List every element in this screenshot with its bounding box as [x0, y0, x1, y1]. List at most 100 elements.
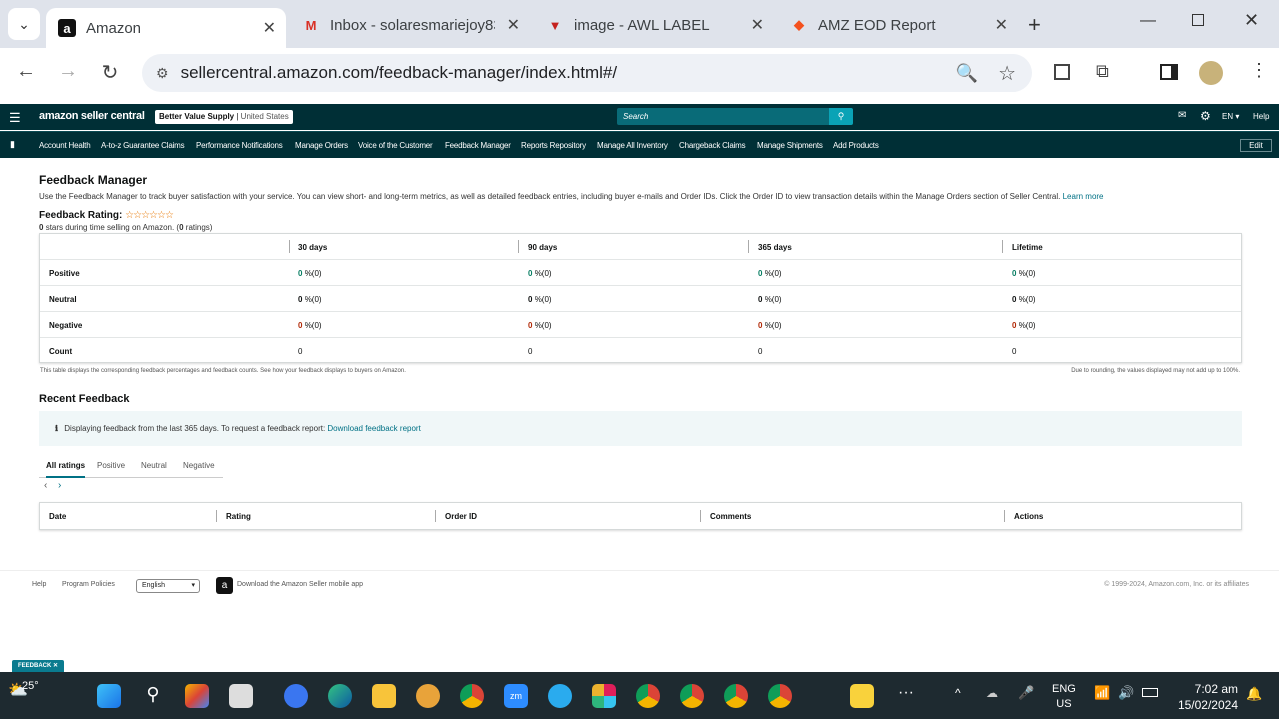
tab-all-ratings[interactable]: All ratings — [46, 461, 86, 478]
chrome-profile-icon[interactable] — [636, 684, 660, 708]
notification-bell-icon[interactable]: 🔔 — [1246, 686, 1262, 702]
next-page-icon[interactable]: › — [58, 480, 61, 491]
tab-amz-eod[interactable]: ◆ AMZ EOD Report ✕ — [778, 8, 1018, 42]
tab-search-button[interactable]: ⌄ — [8, 8, 40, 40]
feedback-widget[interactable]: FEEDBACK ✕ — [12, 660, 65, 672]
recent-feedback-table: Date Rating Order ID Comments Actions — [39, 502, 1242, 530]
column-header[interactable]: Comments — [710, 512, 751, 521]
sticky-notes-icon[interactable] — [850, 684, 874, 708]
tab-awl-label[interactable]: ▼ image - AWL LABEL ✕ — [534, 8, 774, 42]
hamburger-menu-icon[interactable]: ☰ — [9, 110, 21, 126]
tab-neutral[interactable]: Neutral — [141, 461, 167, 470]
back-icon[interactable]: ← — [12, 60, 40, 83]
tab-gmail[interactable]: M Inbox - solaresmariejoy83 ✕ — [290, 8, 530, 42]
help-link[interactable]: Help — [1253, 112, 1269, 121]
search-icon[interactable]: ⚲ — [141, 684, 165, 708]
minimize-icon[interactable]: — — [1140, 12, 1156, 30]
chrome-profile-icon[interactable] — [680, 684, 704, 708]
address-bar[interactable]: ⚙ sellercentral.amazon.com/feedback-mana… — [142, 54, 1032, 92]
close-tab-icon[interactable]: ✕ — [995, 15, 1008, 35]
mobile-app-link[interactable]: Download the Amazon Seller mobile app — [237, 581, 363, 588]
signal-icon[interactable] — [284, 684, 308, 708]
nav-performance-notifications[interactable]: Performance Notifications — [196, 141, 283, 150]
task-view-icon[interactable] — [229, 684, 253, 708]
more-apps-icon[interactable]: ··· — [898, 684, 914, 702]
clock[interactable]: 7:02 am 15/02/2024 — [1172, 681, 1238, 713]
slack-icon[interactable] — [592, 684, 616, 708]
start-button-icon[interactable] — [97, 684, 121, 708]
edit-nav-button[interactable]: Edit — [1240, 139, 1272, 152]
url-text[interactable]: sellercentral.amazon.com/feedback-manage… — [181, 63, 618, 83]
close-tab-icon[interactable]: ✕ — [751, 15, 764, 35]
close-tab-icon[interactable]: ✕ — [507, 15, 520, 35]
edge-icon[interactable] — [328, 684, 352, 708]
column-header[interactable]: Date — [49, 512, 66, 521]
nav-add-products[interactable]: Add Products — [833, 141, 879, 150]
weather-widget[interactable]: ⛅ 25° — [8, 680, 39, 700]
microphone-icon[interactable]: 🎤 — [1018, 685, 1034, 701]
wifi-icon[interactable]: 📶 — [1094, 685, 1110, 701]
close-window-icon[interactable]: ✕ — [1244, 10, 1259, 31]
bookmark-star-icon[interactable]: ☆ — [998, 61, 1016, 86]
ratings-count: 0 — [179, 223, 184, 232]
nav-manage-shipments[interactable]: Manage Shipments — [757, 141, 823, 150]
chevron-up-icon[interactable]: ^ — [955, 686, 961, 700]
chrome-icon[interactable] — [460, 684, 484, 708]
search-button[interactable]: ⚲ — [829, 108, 853, 125]
seller-central-logo[interactable]: amazon seller central — [39, 110, 145, 122]
row-label: Count — [49, 347, 73, 356]
nav-manage-inventory[interactable]: Manage All Inventory — [597, 141, 668, 150]
zoom-app-icon[interactable]: zm — [504, 684, 528, 708]
tab-positive[interactable]: Positive — [97, 461, 125, 470]
app-icon[interactable] — [416, 684, 440, 708]
close-tab-icon[interactable]: ✕ — [263, 18, 276, 38]
prev-page-icon[interactable]: ‹ — [44, 480, 47, 491]
file-explorer-icon[interactable] — [372, 684, 396, 708]
nav-chargeback-claims[interactable]: Chargeback Claims — [679, 141, 746, 150]
close-icon[interactable]: ✕ — [53, 663, 58, 669]
column-header[interactable]: Order ID — [445, 512, 477, 521]
download-report-link[interactable]: Download feedback report — [327, 424, 420, 433]
learn-more-link[interactable]: Learn more — [1063, 192, 1104, 201]
footer-help-link[interactable]: Help — [32, 581, 46, 588]
gear-icon[interactable]: ⚙ — [1200, 109, 1211, 123]
program-policies-link[interactable]: Program Policies — [62, 581, 115, 588]
mail-icon[interactable]: ✉ — [1178, 110, 1186, 121]
onedrive-icon[interactable]: ☁ — [986, 686, 998, 700]
nav-atoz-claims[interactable]: A-to-z Guarantee Claims — [101, 141, 185, 150]
chrome-profile-icon[interactable] — [768, 684, 792, 708]
extensions-icon[interactable]: ⧉ — [1096, 61, 1109, 82]
telegram-icon[interactable] — [548, 684, 572, 708]
language-selector[interactable]: EN ▾ — [1222, 112, 1239, 121]
nav-manage-orders[interactable]: Manage Orders — [295, 141, 348, 150]
forward-icon[interactable]: → — [54, 60, 82, 83]
sidebar-icon[interactable] — [1160, 64, 1178, 80]
cell-value: 0 — [758, 347, 763, 356]
bookmark-icon[interactable]: ▮ — [10, 139, 15, 150]
battery-icon[interactable] — [1142, 688, 1158, 697]
nav-reports-repository[interactable]: Reports Repository — [521, 141, 586, 150]
search-input[interactable]: Search — [617, 108, 829, 125]
tab-negative[interactable]: Negative — [183, 461, 215, 470]
store-selector[interactable]: Better Value Supply | United States — [155, 110, 293, 124]
volume-icon[interactable]: 🔊 — [1118, 685, 1134, 701]
site-info-icon[interactable]: ⚙ — [156, 65, 169, 82]
zoom-icon[interactable]: 🔍 — [956, 63, 978, 84]
copilot-icon[interactable] — [185, 684, 209, 708]
new-tab-button[interactable]: + — [1028, 12, 1041, 38]
language-indicator[interactable]: ENG US — [1052, 682, 1076, 712]
chrome-profile-icon[interactable] — [724, 684, 748, 708]
column-header[interactable]: Actions — [1014, 512, 1043, 521]
menu-kebab-icon[interactable]: ⋮ — [1250, 60, 1268, 81]
profile-avatar[interactable] — [1199, 61, 1223, 85]
restore-icon[interactable] — [1192, 14, 1204, 26]
language-select[interactable]: English ▾ — [136, 579, 200, 593]
nav-account-health[interactable]: Account Health — [39, 141, 91, 150]
reload-icon[interactable]: ↻ — [96, 60, 124, 85]
cell-suffix: %(0) — [764, 269, 782, 278]
nav-voice-of-customer[interactable]: Voice of the Customer — [358, 141, 433, 150]
qr-icon[interactable] — [1054, 64, 1070, 80]
column-header[interactable]: Rating — [226, 512, 251, 521]
nav-feedback-manager[interactable]: Feedback Manager — [445, 141, 511, 150]
tab-amazon[interactable]: a Amazon ✕ — [46, 8, 286, 48]
